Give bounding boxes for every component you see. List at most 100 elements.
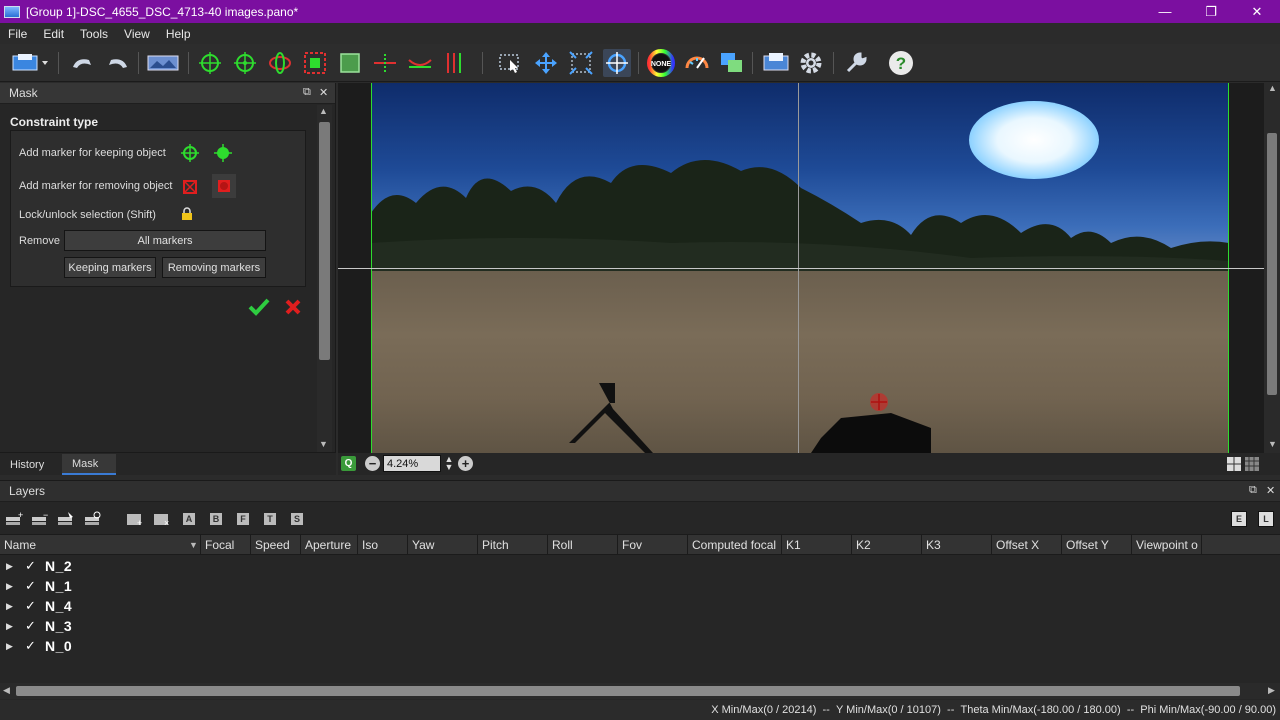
horizon-icon[interactable] bbox=[371, 49, 399, 77]
column-yaw[interactable]: Yaw bbox=[408, 535, 478, 555]
removing-marker-on-image[interactable] bbox=[868, 391, 890, 416]
layer-row[interactable]: ▶ ✓ N_2 bbox=[0, 556, 400, 576]
minimize-button[interactable]: — bbox=[1142, 0, 1188, 23]
stitch-icon[interactable] bbox=[762, 49, 790, 77]
settings-icon[interactable] bbox=[797, 49, 825, 77]
viewer-scroll-thumb[interactable] bbox=[1267, 133, 1277, 395]
zoom-in-icon[interactable]: + bbox=[458, 456, 473, 471]
layer-tool-f-icon[interactable]: F bbox=[232, 509, 254, 529]
layer-row[interactable]: ▶ ✓ N_3 bbox=[0, 616, 400, 636]
add-group-icon[interactable]: + bbox=[124, 509, 146, 529]
vertical-lines-icon[interactable] bbox=[441, 49, 469, 77]
lock-icon[interactable] bbox=[180, 207, 194, 224]
removing-markers-button[interactable]: Removing markers bbox=[162, 257, 266, 278]
panorama-preview-icon[interactable] bbox=[146, 49, 180, 77]
straighten-icon[interactable] bbox=[406, 49, 434, 77]
menu-file[interactable]: File bbox=[0, 27, 35, 41]
visibility-checkbox[interactable]: ✓ bbox=[25, 598, 41, 614]
open-project-icon[interactable] bbox=[8, 49, 52, 77]
accept-icon[interactable] bbox=[248, 297, 270, 320]
layers-scroll-thumb[interactable] bbox=[16, 686, 1240, 696]
keeping-markers-button[interactable]: Keeping markers bbox=[64, 257, 156, 278]
remove-marker-icon[interactable] bbox=[301, 49, 329, 77]
column-k3[interactable]: K3 bbox=[922, 535, 992, 555]
panorama-viewer[interactable] bbox=[338, 83, 1264, 453]
column-speed[interactable]: Speed bbox=[251, 535, 301, 555]
view-grid-icon[interactable] bbox=[1244, 456, 1260, 472]
column-k2[interactable]: K2 bbox=[852, 535, 922, 555]
column-iso[interactable]: Iso bbox=[358, 535, 408, 555]
target-icon[interactable] bbox=[603, 49, 631, 77]
zoom-spinner-icon[interactable]: ▲ ▼ bbox=[442, 455, 456, 472]
column-k1[interactable]: K1 bbox=[782, 535, 852, 555]
visibility-checkbox[interactable]: ✓ bbox=[25, 558, 41, 574]
visibility-checkbox[interactable]: ✓ bbox=[25, 618, 41, 634]
remove-marker-filled-icon[interactable] bbox=[212, 174, 236, 198]
refresh-layer-icon[interactable] bbox=[82, 509, 104, 529]
layer-tool-t-icon[interactable]: T bbox=[259, 509, 281, 529]
column-name[interactable]: Name ▼ bbox=[0, 535, 201, 555]
viewer-vertical-scrollbar[interactable]: ▲ ▼ bbox=[1264, 83, 1280, 453]
layer-tool-b-icon[interactable]: B bbox=[205, 509, 227, 529]
redo-icon[interactable] bbox=[104, 49, 132, 77]
menu-edit[interactable]: Edit bbox=[35, 27, 72, 41]
layer-tool-a-icon[interactable]: A bbox=[178, 509, 200, 529]
crop-icon[interactable] bbox=[336, 49, 364, 77]
column-computed-focal[interactable]: Computed focal bbox=[688, 535, 782, 555]
zoom-fit-icon[interactable]: Q bbox=[341, 456, 356, 471]
column-fov[interactable]: Fov bbox=[618, 535, 688, 555]
menu-tools[interactable]: Tools bbox=[72, 27, 116, 41]
visibility-checkbox[interactable]: ✓ bbox=[25, 578, 41, 594]
float-icon[interactable]: ⧉ bbox=[303, 86, 311, 99]
layer-row[interactable]: ▶ ✓ N_0 bbox=[0, 636, 400, 656]
remove-layer-icon[interactable]: − bbox=[29, 509, 51, 529]
tab-history[interactable]: History bbox=[0, 454, 54, 475]
blend-icon[interactable] bbox=[718, 49, 746, 77]
gauge-icon[interactable] bbox=[683, 49, 711, 77]
select-icon[interactable] bbox=[496, 49, 524, 77]
close-button[interactable]: ✕ bbox=[1234, 0, 1280, 23]
expand-icon[interactable]: ▶ bbox=[6, 561, 18, 572]
layer-tool-e-icon[interactable]: E bbox=[1228, 509, 1250, 529]
none-color-icon[interactable]: NONE bbox=[647, 49, 675, 77]
keep-marker-filled-icon[interactable] bbox=[213, 143, 233, 166]
layer-row[interactable]: ▶ ✓ N_1 bbox=[0, 576, 400, 596]
mask-panel-scrollbar[interactable]: ▲ ▼ bbox=[317, 105, 332, 453]
edit-layer-icon[interactable] bbox=[55, 509, 77, 529]
expand-icon[interactable]: ▶ bbox=[6, 581, 18, 592]
layers-close-icon[interactable]: ✕ bbox=[1266, 484, 1275, 497]
column-pitch[interactable]: Pitch bbox=[478, 535, 548, 555]
layers-float-icon[interactable]: ⧉ bbox=[1249, 484, 1257, 497]
keep-marker-icon[interactable] bbox=[180, 143, 200, 166]
menu-view[interactable]: View bbox=[116, 27, 158, 41]
column-offset-x[interactable]: Offset X bbox=[992, 535, 1062, 555]
cancel-icon[interactable] bbox=[284, 298, 302, 319]
layer-row[interactable]: ▶ ✓ N_4 bbox=[0, 596, 400, 616]
layer-tool-s-icon[interactable]: S bbox=[286, 509, 308, 529]
visibility-checkbox[interactable]: ✓ bbox=[25, 638, 41, 654]
move-icon[interactable] bbox=[532, 49, 560, 77]
all-markers-button[interactable]: All markers bbox=[64, 230, 266, 251]
column-aperture[interactable]: Aperture bbox=[301, 535, 358, 555]
expand-icon[interactable]: ▶ bbox=[6, 621, 18, 632]
column-viewpoint[interactable]: Viewpoint o bbox=[1132, 535, 1202, 555]
scale-icon[interactable] bbox=[567, 49, 595, 77]
layer-tool-l-icon[interactable]: L bbox=[1255, 509, 1277, 529]
remove-group-icon[interactable]: × bbox=[151, 509, 173, 529]
close-icon[interactable]: ✕ bbox=[319, 86, 328, 99]
remove-marker-icon[interactable] bbox=[181, 178, 199, 199]
column-offset-y[interactable]: Offset Y bbox=[1062, 535, 1132, 555]
expand-icon[interactable]: ▶ bbox=[6, 601, 18, 612]
mask-scroll-thumb[interactable] bbox=[319, 122, 330, 360]
maximize-button[interactable]: ❐ bbox=[1188, 0, 1234, 23]
column-roll[interactable]: Roll bbox=[548, 535, 618, 555]
layers-horizontal-scrollbar[interactable]: ◀ ▶ bbox=[0, 683, 1280, 699]
help-icon[interactable]: ? bbox=[887, 49, 915, 77]
menu-help[interactable]: Help bbox=[158, 27, 199, 41]
rotate-icon[interactable] bbox=[266, 49, 294, 77]
add-keep-marker-alt-icon[interactable] bbox=[231, 49, 259, 77]
add-keep-marker-icon[interactable] bbox=[196, 49, 224, 77]
undo-icon[interactable] bbox=[68, 49, 96, 77]
view-single-icon[interactable] bbox=[1226, 456, 1242, 472]
column-focal[interactable]: Focal bbox=[201, 535, 251, 555]
